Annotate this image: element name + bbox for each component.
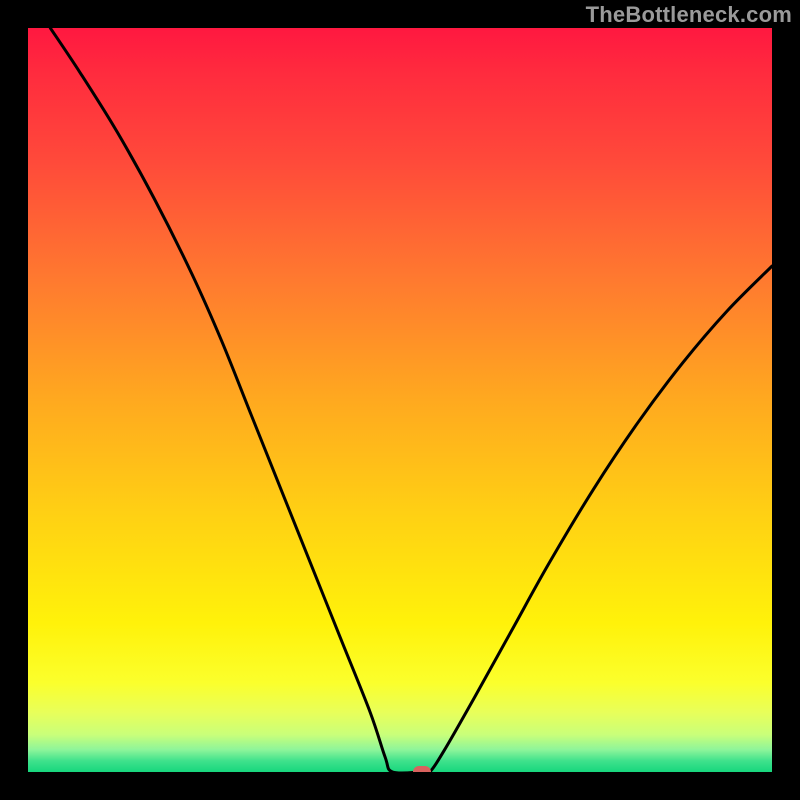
plot-area [28, 28, 772, 772]
chart-frame: TheBottleneck.com [0, 0, 800, 800]
optimal-marker [413, 766, 431, 772]
bottleneck-curve [50, 28, 772, 772]
watermark-text: TheBottleneck.com [586, 2, 792, 28]
curve-svg [28, 28, 772, 772]
